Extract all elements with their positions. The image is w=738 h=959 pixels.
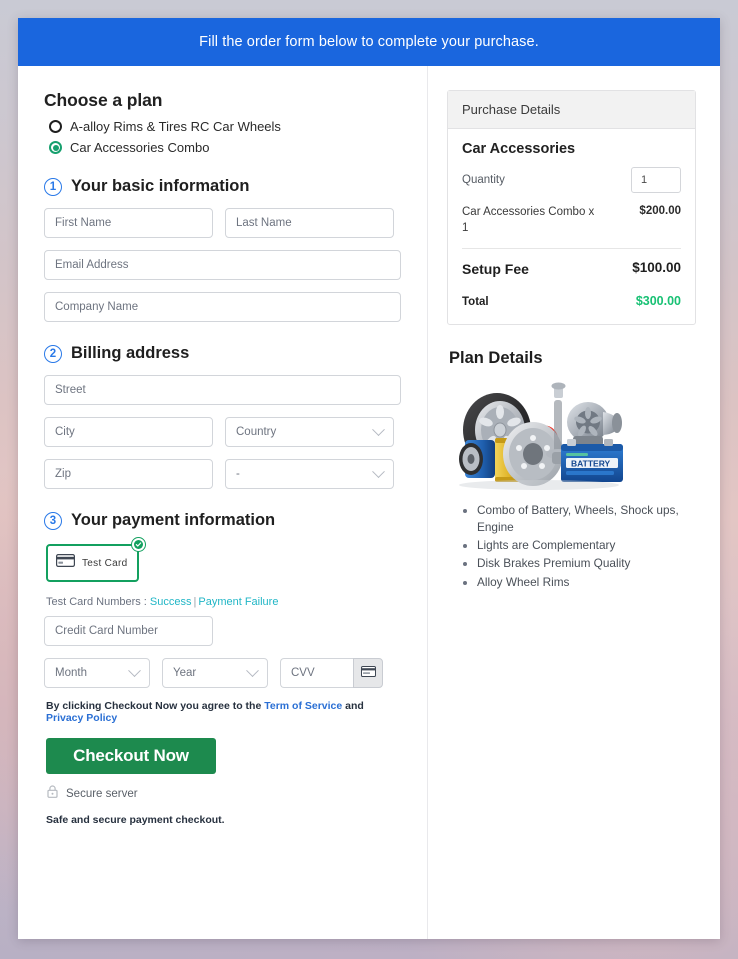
step-header-payment: 3 Your payment information [44, 511, 401, 530]
last-name-input[interactable]: Last Name [225, 208, 394, 238]
payment-failure-card-link[interactable]: Payment Failure [198, 596, 278, 608]
summary-column: Purchase Details Car Accessories Quantit… [428, 66, 720, 939]
first-name-input[interactable]: First Name [44, 208, 213, 238]
street-input[interactable]: Street [44, 375, 401, 405]
email-input[interactable]: Email Address [44, 250, 401, 280]
plan-option-1[interactable]: Car Accessories Combo [49, 140, 401, 155]
street-row: Street [44, 375, 401, 405]
lock-icon [47, 785, 58, 803]
line-item-label: Car Accessories Combo x 1 [462, 206, 595, 234]
step-title-payment: Your payment information [71, 511, 276, 529]
cvv-help-button[interactable] [353, 658, 383, 688]
zip-input[interactable]: Zip [44, 459, 213, 489]
setup-fee-label: Setup Fee [462, 261, 529, 278]
terms-prefix: By clicking Checkout Now you agree to th… [46, 700, 265, 712]
step-header-basic: 1 Your basic information [44, 177, 401, 196]
setup-fee-row: Setup Fee $100.00 [462, 260, 681, 279]
plan-option-0-label: A-alloy Rims & Tires RC Car Wheels [70, 119, 281, 134]
svg-text:BATTERY: BATTERY [571, 459, 611, 469]
name-row: First Name Last Name [44, 208, 401, 238]
step-title-billing: Billing address [71, 344, 190, 362]
radio-icon-unchecked[interactable] [49, 120, 62, 133]
quantity-label: Quantity [462, 174, 505, 186]
city-input[interactable]: City [44, 417, 213, 447]
plan-feature-item: Combo of Battery, Wheels, Shock ups, Eng… [477, 502, 696, 535]
plan-details-title: Plan Details [449, 349, 543, 368]
plan-feature-item: Alloy Wheel Rims [477, 574, 696, 590]
company-input[interactable]: Company Name [44, 292, 401, 322]
form-column: Choose a plan A-alloy Rims & Tires RC Ca… [18, 66, 428, 939]
company-row: Company Name [44, 292, 401, 322]
purchase-product-name: Car Accessories [462, 141, 576, 157]
safe-checkout-note: Safe and secure payment checkout. [46, 814, 225, 826]
choose-plan-title: Choose a plan [44, 90, 163, 110]
test-card-numbers-note: Test Card Numbers : Success | Payment Fail… [46, 596, 401, 608]
country-select[interactable]: Country [225, 417, 394, 447]
chevron-down-icon [372, 464, 385, 478]
plan-feature-item: Disk Brakes Premium Quality [477, 555, 696, 571]
page-root: Fill the order form below to complete yo… [0, 0, 738, 959]
card-back-icon [360, 664, 376, 682]
plan-feature-item: Lights are Complementary [477, 537, 696, 553]
cvv-input[interactable]: CVV [280, 658, 353, 688]
check-circle-icon [131, 537, 146, 552]
purchase-details-title: Purchase Details [448, 91, 695, 129]
line-item-row: Car Accessories Combo x 1 $200.00 [462, 205, 681, 236]
quantity-row: Quantity 1 [462, 167, 681, 193]
email-row: Email Address [44, 250, 401, 280]
term-of-service-link[interactable]: Term of Service [264, 700, 342, 712]
plan-option-0[interactable]: A-alloy Rims & Tires RC Car Wheels [49, 119, 401, 134]
payment-method-label: Test Card [82, 557, 128, 569]
cvv-group: CVV [280, 658, 383, 688]
line-item-amount: $200.00 [639, 205, 681, 217]
expiry-month-value: Month [55, 667, 87, 679]
car-accessories-product-image: BATTERY [451, 378, 627, 491]
expiry-month-select[interactable]: Month [44, 658, 150, 688]
credit-card-icon [56, 554, 75, 572]
top-banner: Fill the order form below to complete yo… [18, 18, 720, 66]
chevron-down-icon [128, 663, 141, 677]
chevron-down-icon [246, 663, 259, 677]
chevron-down-icon [372, 422, 385, 436]
expiry-year-select[interactable]: Year [162, 658, 268, 688]
quantity-input[interactable]: 1 [631, 167, 681, 193]
checkout-card: Fill the order form below to complete yo… [18, 18, 720, 939]
total-label: Total [462, 295, 489, 308]
expiry-year-value: Year [173, 667, 197, 679]
step-title-basic: Your basic information [71, 177, 250, 195]
payment-method-tile-wrap: Test Card [46, 537, 146, 582]
step-number-1: 1 [44, 177, 62, 196]
success-card-link[interactable]: Success [150, 596, 192, 608]
card-body: Choose a plan A-alloy Rims & Tires RC Ca… [18, 66, 720, 939]
country-select-value: Country [236, 426, 277, 438]
banner-text: Fill the order form below to complete yo… [199, 34, 539, 50]
step-number-2: 2 [44, 344, 62, 363]
plan-option-1-label: Car Accessories Combo [70, 140, 210, 155]
expiry-cvv-row: Month Year CVV [44, 658, 401, 688]
step-header-billing: 2 Billing address [44, 344, 401, 363]
summary-divider [462, 248, 681, 250]
card-number-row: Credit Card Number [44, 616, 401, 646]
secure-server-row: Secure server [47, 785, 401, 803]
test-card-prefix: Test Card Numbers : [46, 596, 150, 608]
setup-fee-amount: $100.00 [632, 260, 681, 276]
city-country-row: City Country [44, 417, 401, 447]
plan-features-list: Combo of Battery, Wheels, Shock ups, Eng… [447, 502, 696, 589]
secure-server-label: Secure server [66, 788, 138, 800]
purchase-details-panel: Purchase Details Car Accessories Quantit… [447, 90, 696, 326]
payment-method-test-card[interactable]: Test Card [46, 544, 139, 582]
checkout-now-button[interactable]: Checkout Now [46, 738, 216, 774]
total-amount: $300.00 [635, 293, 681, 308]
privacy-policy-link[interactable]: Privacy Policy [46, 712, 117, 724]
state-select[interactable]: - [225, 459, 394, 489]
radio-icon-checked[interactable] [49, 141, 62, 154]
state-select-value: - [236, 468, 240, 480]
terms-note: By clicking Checkout Now you agree to th… [46, 700, 401, 724]
zip-state-row: Zip - [44, 459, 401, 489]
step-number-3: 3 [44, 511, 62, 530]
terms-middle: and [342, 700, 364, 712]
credit-card-number-input[interactable]: Credit Card Number [44, 616, 213, 646]
total-row: Total $300.00 [462, 294, 681, 311]
purchase-details-body: Car Accessories Quantity 1 Car Accessori… [448, 129, 695, 324]
